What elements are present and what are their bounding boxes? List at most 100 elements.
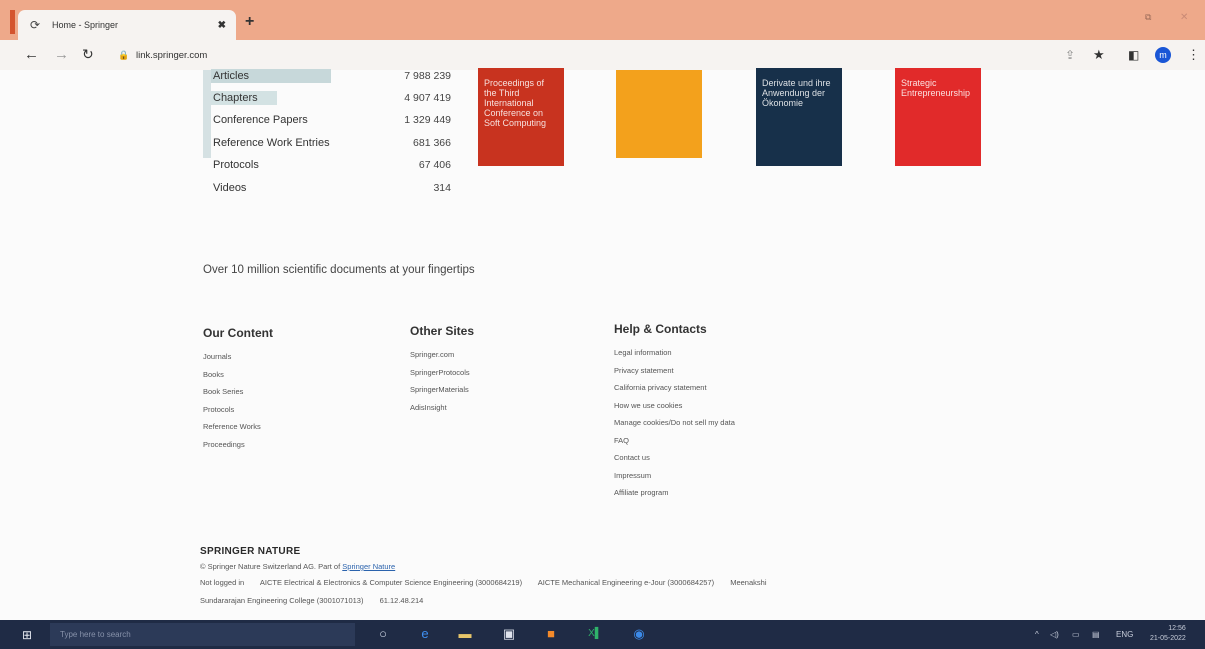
footer-heading: Our Content <box>203 326 273 340</box>
file-explorer-icon[interactable]: ▬ <box>456 625 474 643</box>
menu-kebab-icon[interactable]: ⋮ <box>1187 48 1200 62</box>
springer-nature-logo[interactable]: SPRINGER NATURE <box>200 546 300 557</box>
tagline: Over 10 million scientific documents at … <box>203 264 475 276</box>
footer-link-impressum[interactable]: Impressum <box>614 467 735 485</box>
book-cover[interactable]: Strategic Entrepreneurship <box>895 68 981 166</box>
footer-link-cookies[interactable]: How we use cookies <box>614 397 735 415</box>
address-bar[interactable]: link.springer.com <box>136 50 207 61</box>
footer-link-springer-protocols[interactable]: SpringerProtocols <box>410 364 474 382</box>
footer-heading: Other Sites <box>410 324 475 338</box>
footer-link-journals[interactable]: Journals <box>203 348 273 366</box>
footer-link-protocols[interactable]: Protocols <box>203 401 273 419</box>
login-status-line: Not logged in AICTE Electrical & Electro… <box>200 578 767 587</box>
reading-list-icon[interactable]: ◧ <box>1128 48 1139 62</box>
stat-label[interactable]: Reference Work Entries <box>211 136 332 150</box>
stat-value: 314 <box>433 182 451 194</box>
book-title: Derivate und ihre Anwendung der Ökonomie <box>762 78 831 108</box>
stat-label[interactable]: Articles <box>211 69 331 83</box>
footer-link-faq[interactable]: FAQ <box>614 432 735 450</box>
institution-1: AICTE Electrical & Electronics & Compute… <box>259 578 523 587</box>
footer-link-springer-materials[interactable]: SpringerMaterials <box>410 381 474 399</box>
back-arrow-icon[interactable]: ← <box>24 47 39 62</box>
stat-row-chapters[interactable]: Chapters 4 907 419 <box>211 88 451 108</box>
browser-tab[interactable]: ⟳ Home - Springer ✖ <box>18 10 236 40</box>
stat-value: 681 366 <box>413 137 451 149</box>
stat-value: 67 406 <box>418 159 451 171</box>
chrome-browser-icon[interactable]: ◉ <box>630 625 648 643</box>
footer-link-manage-cookies[interactable]: Manage cookies/Do not sell my data <box>614 414 735 432</box>
institution-2: AICTE Mechanical Engineering e-Jour (300… <box>537 578 715 587</box>
volume-icon[interactable]: ◁) <box>1050 630 1059 639</box>
footer-our-content: Our Content Journals Books Book Series P… <box>203 326 273 453</box>
browser-toolbar: ← → ↻ 🔒 link.springer.com ⇪ ★ ◧ m ⋮ <box>0 40 1205 70</box>
lock-icon[interactable]: 🔒 <box>118 50 129 61</box>
stat-label[interactable]: Protocols <box>211 158 261 172</box>
stat-value: 1 329 449 <box>404 114 451 126</box>
browser-tabstrip: ⟳ Home - Springer ✖ + ⧉ ✕ <box>0 0 1205 40</box>
footer-link-proceedings[interactable]: Proceedings <box>203 436 273 454</box>
notification-icon[interactable]: ▤ <box>1092 630 1100 639</box>
not-logged-in-text: Not logged in <box>200 578 245 587</box>
footer-other-sites: Other Sites Springer.com SpringerProtoco… <box>410 324 474 416</box>
edge-browser-icon[interactable]: e <box>416 625 434 643</box>
tray-chevron-icon[interactable]: ^ <box>1035 630 1039 639</box>
copyright-line: © Springer Nature Switzerland AG. Part o… <box>200 562 395 571</box>
tab-title: Home - Springer <box>52 20 119 30</box>
taskbar-search-box[interactable]: Type here to search <box>50 623 355 646</box>
windows-taskbar: ⊞ Type here to search ○ e ▬ ▣ ■ X▌ ◉ ^ ◁… <box>0 620 1205 649</box>
book-cover[interactable]: Proceedings of the Third International C… <box>478 68 564 166</box>
footer-link-contact-us[interactable]: Contact us <box>614 449 735 467</box>
network-icon[interactable]: ▭ <box>1072 630 1080 639</box>
footer-link-book-series[interactable]: Book Series <box>203 383 273 401</box>
stat-label[interactable]: Chapters <box>211 91 277 105</box>
stat-value: 4 907 419 <box>404 92 451 104</box>
share-icon[interactable]: ⇪ <box>1065 48 1075 62</box>
footer-link-adisinsight[interactable]: AdisInsight <box>410 399 474 417</box>
stat-row-videos[interactable]: Videos 314 <box>211 178 451 198</box>
ip-address: 61.12.48.214 <box>379 596 424 605</box>
window-restore-icon[interactable]: ⧉ <box>1145 12 1151 23</box>
excel-icon[interactable]: X▌ <box>586 625 604 643</box>
clock-date: 21-05-2022 <box>1150 635 1186 642</box>
bookmark-star-icon[interactable]: ★ <box>1093 48 1105 62</box>
tab-accent <box>10 10 15 34</box>
springer-favicon-icon: ⟳ <box>29 18 41 32</box>
store-icon[interactable]: ▣ <box>500 625 518 643</box>
book-cover[interactable] <box>616 70 702 158</box>
springer-nature-link[interactable]: Springer Nature <box>342 562 395 571</box>
copyright-text: © Springer Nature Switzerland AG. Part o… <box>200 562 341 571</box>
stat-row-articles[interactable]: Articles 7 988 239 <box>211 66 451 86</box>
system-clock[interactable]: 12:56 21-05-2022 <box>1150 624 1186 644</box>
new-tab-button[interactable]: + <box>245 14 254 30</box>
footer-link-legal-information[interactable]: Legal information <box>614 344 735 362</box>
windows-start-icon[interactable]: ⊞ <box>22 629 32 641</box>
stat-row-reference-work-entries[interactable]: Reference Work Entries 681 366 <box>211 133 451 153</box>
stat-label[interactable]: Videos <box>211 181 248 195</box>
stats-accent-bar <box>203 70 211 158</box>
book-title: Strategic Entrepreneurship <box>901 78 971 98</box>
tab-close-icon[interactable]: ✖ <box>218 20 226 31</box>
footer-link-california-privacy[interactable]: California privacy statement <box>614 379 735 397</box>
footer-help-contacts: Help & Contacts Legal information Privac… <box>614 322 735 502</box>
footer-link-springer-com[interactable]: Springer.com <box>410 346 474 364</box>
stat-row-protocols[interactable]: Protocols 67 406 <box>211 155 451 175</box>
window-close-icon[interactable]: ✕ <box>1180 12 1188 23</box>
footer-link-affiliate-program[interactable]: Affiliate program <box>614 484 735 502</box>
reload-icon[interactable]: ↻ <box>82 47 94 62</box>
footer-link-reference-works[interactable]: Reference Works <box>203 418 273 436</box>
institution-ip-line: Sundararajan Engineering College (300107… <box>200 596 423 605</box>
institution-3: Meenakshi <box>730 578 767 587</box>
book-title: Proceedings of the Third International C… <box>484 78 547 128</box>
profile-avatar[interactable]: m <box>1155 47 1171 63</box>
stat-label[interactable]: Conference Papers <box>211 113 310 127</box>
language-indicator[interactable]: ENG <box>1116 630 1133 639</box>
office-app-icon[interactable]: ■ <box>542 625 560 643</box>
footer-link-books[interactable]: Books <box>203 366 273 384</box>
clock-time: 12:56 <box>1168 625 1186 632</box>
cortana-icon[interactable]: ○ <box>374 625 392 643</box>
stat-value: 7 988 239 <box>404 70 451 82</box>
forward-arrow-icon[interactable]: → <box>54 47 69 62</box>
footer-link-privacy-statement[interactable]: Privacy statement <box>614 362 735 380</box>
stat-row-conference-papers[interactable]: Conference Papers 1 329 449 <box>211 110 451 130</box>
book-cover[interactable]: Derivate und ihre Anwendung der Ökonomie <box>756 68 842 166</box>
